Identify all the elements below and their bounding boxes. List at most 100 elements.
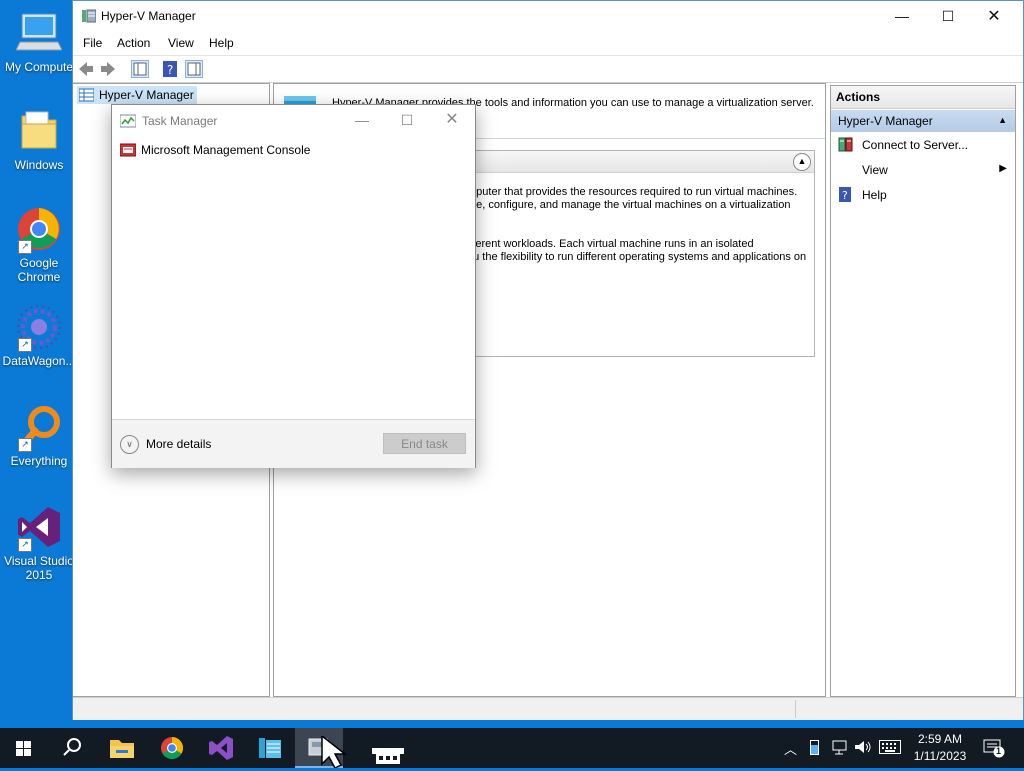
svg-text:?: ? bbox=[842, 189, 848, 202]
hyperv-manager-icon bbox=[78, 88, 95, 105]
desktop-icon-windows[interactable]: Windows bbox=[1, 108, 77, 172]
collapse-triangle-icon[interactable]: ▲ bbox=[998, 115, 1007, 125]
actions-section-hyperv-manager[interactable]: Hyper-V Manager ▲ bbox=[831, 110, 1015, 132]
notification-center-icon[interactable] bbox=[983, 738, 1005, 761]
actions-header-label: Actions bbox=[836, 90, 881, 104]
clock-time: 2:59 AM bbox=[917, 732, 963, 746]
battery-icon[interactable] bbox=[810, 740, 819, 755]
intro-line: mputer that provides the resources requi… bbox=[467, 186, 798, 198]
keyboard-icon[interactable] bbox=[879, 740, 901, 757]
clock-date: 1/11/2023 bbox=[913, 749, 967, 763]
hyperv-app-icon bbox=[82, 9, 97, 23]
computer-icon bbox=[15, 10, 63, 56]
desktop-icon-my-computer[interactable]: My Compute bbox=[1, 10, 77, 74]
system-tray: ︿ 2:59 AM 1/11/2023 1 bbox=[780, 728, 1024, 768]
menu-bar: File Action View Help bbox=[73, 32, 1023, 54]
task-manager-title: Task Manager bbox=[142, 114, 218, 128]
back-arrow-icon[interactable] bbox=[77, 60, 95, 78]
windows-logo-icon bbox=[16, 741, 31, 756]
action-label: Help bbox=[862, 188, 887, 202]
task-manager-footer: ∨ More details End task bbox=[112, 419, 475, 468]
taskbar-app[interactable] bbox=[364, 728, 412, 768]
taskbar: ︿ 2:59 AM 1/11/2023 1 bbox=[0, 728, 1024, 771]
everything-icon: ↗ bbox=[16, 404, 62, 452]
chevron-down-icon: ∨ bbox=[120, 435, 139, 454]
svg-text:?: ? bbox=[167, 63, 173, 77]
chrome-icon: ↗ bbox=[16, 206, 62, 254]
menu-view[interactable]: View bbox=[168, 36, 194, 50]
maximize-button[interactable]: ☐ bbox=[925, 1, 971, 32]
action-connect-to-server[interactable]: Connect to Server... bbox=[831, 133, 1015, 157]
more-details-button[interactable]: ∨ More details bbox=[120, 435, 230, 455]
chrome-icon bbox=[161, 737, 183, 759]
help-icon[interactable]: ? bbox=[161, 60, 179, 78]
action-label: View bbox=[862, 163, 888, 177]
process-name: Microsoft Management Console bbox=[141, 143, 311, 157]
taskbar-hyperv-manager[interactable] bbox=[246, 728, 294, 768]
actions-pane: Actions Hyper-V Manager ▲ Connect to Ser… bbox=[830, 85, 1016, 697]
process-row[interactable]: Microsoft Management Console bbox=[112, 139, 475, 161]
desktop-icon-label: Windows bbox=[14, 158, 64, 172]
show-hide-action-pane-icon[interactable] bbox=[185, 60, 203, 78]
taskbar-chrome[interactable] bbox=[148, 728, 196, 768]
submenu-arrow-icon: ▶ bbox=[999, 163, 1007, 174]
action-label: Connect to Server... bbox=[862, 138, 969, 152]
taskbar-visual-studio[interactable] bbox=[197, 728, 245, 768]
desktop-icon-chrome[interactable]: ↗ Google Chrome bbox=[1, 206, 77, 284]
tree-item-label: Hyper-V Manager bbox=[99, 88, 194, 102]
actions-header: Actions bbox=[831, 86, 1015, 109]
minimize-button[interactable]: — bbox=[879, 1, 925, 32]
start-button[interactable] bbox=[0, 728, 48, 768]
action-help[interactable]: ? Help bbox=[831, 183, 1015, 207]
tm-maximize-button[interactable]: ☐ bbox=[384, 105, 430, 135]
shortcut-arrow-icon: ↗ bbox=[18, 538, 32, 552]
clock[interactable]: 2:59 AM 1/11/2023 bbox=[910, 731, 970, 765]
task-manager-icon bbox=[119, 114, 137, 131]
show-hide-console-tree-icon[interactable] bbox=[131, 60, 149, 78]
notification-count-badge: 1 bbox=[996, 746, 1002, 756]
tm-minimize-button[interactable]: — bbox=[339, 105, 385, 135]
connect-server-icon bbox=[838, 137, 853, 152]
mouse-cursor-icon bbox=[320, 734, 354, 771]
network-icon[interactable] bbox=[832, 739, 848, 758]
tm-close-button[interactable]: ✕ bbox=[429, 105, 475, 135]
shortcut-arrow-icon: ↗ bbox=[18, 240, 32, 254]
hyperv-manager-icon bbox=[259, 738, 281, 758]
visual-studio-icon: ↗ bbox=[16, 504, 62, 552]
show-hidden-icons-icon[interactable]: ︿ bbox=[784, 739, 797, 758]
file-explorer-icon bbox=[110, 740, 134, 758]
taskbar-file-explorer[interactable] bbox=[98, 728, 146, 768]
desktop-icon-label: DataWagon... bbox=[2, 354, 76, 368]
actions-section-label: Hyper-V Manager bbox=[838, 114, 933, 128]
tree-item-hyperv-manager[interactable]: Hyper-V Manager bbox=[77, 86, 197, 104]
collapse-section-button[interactable]: ▲ bbox=[793, 153, 811, 171]
intro-line: ifferent workloads. Each virtual machine… bbox=[467, 238, 754, 250]
desktop-icon-label: Google Chrome bbox=[17, 256, 61, 284]
menu-help[interactable]: Help bbox=[209, 36, 234, 50]
toolbar: ? bbox=[73, 55, 1023, 83]
search-icon bbox=[63, 738, 81, 756]
window-title: Hyper-V Manager bbox=[101, 9, 196, 23]
app-icon bbox=[372, 748, 404, 764]
forward-arrow-icon[interactable] bbox=[99, 60, 117, 78]
desktop-icon-label: Everything bbox=[10, 454, 68, 468]
shortcut-arrow-icon: ↗ bbox=[18, 338, 32, 352]
task-manager-window: Task Manager — ☐ ✕ Microsoft Management … bbox=[111, 104, 476, 468]
desktop-icon-label: Visual Studio 2015 bbox=[4, 554, 74, 582]
more-details-label: More details bbox=[146, 437, 212, 451]
folder-icon bbox=[16, 108, 62, 154]
desktop-icon-datawagon[interactable]: ↗ DataWagon... bbox=[1, 304, 77, 368]
desktop-icon-label: My Compute bbox=[4, 60, 74, 74]
desktop-icon-everything[interactable]: ↗ Everything bbox=[1, 404, 77, 468]
end-task-button[interactable]: End task bbox=[383, 433, 466, 454]
volume-icon[interactable] bbox=[854, 739, 872, 758]
desktop-icon-visual-studio[interactable]: ↗ Visual Studio 2015 bbox=[1, 504, 77, 582]
menu-action[interactable]: Action bbox=[117, 36, 150, 50]
action-view[interactable]: View ▶ bbox=[831, 158, 1015, 182]
help-icon: ? bbox=[838, 187, 853, 202]
search-button[interactable] bbox=[48, 728, 96, 768]
status-bar bbox=[73, 697, 1023, 720]
menu-file[interactable]: File bbox=[83, 36, 102, 50]
title-bar[interactable]: Hyper-V Manager — ☐ ✕ bbox=[73, 1, 1023, 32]
close-button[interactable]: ✕ bbox=[971, 1, 1017, 32]
